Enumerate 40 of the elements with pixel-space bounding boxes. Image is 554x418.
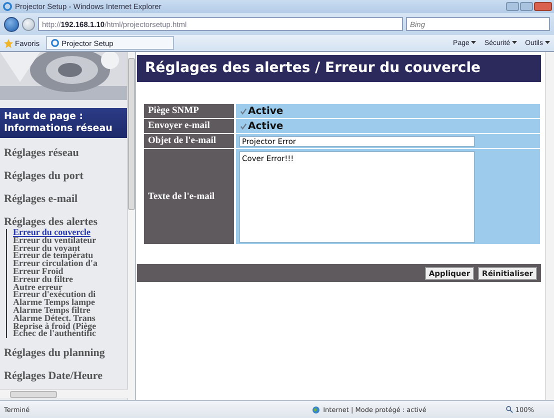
sidebar-subitem[interactable]: Erreur d'exécution di: [7, 291, 127, 300]
sidebar-subitem[interactable]: Erreur de températu: [7, 252, 127, 260]
close-button[interactable]: [534, 2, 552, 11]
sidebar-subitem[interactable]: Erreur du filtre: [7, 276, 127, 284]
scrollbar-thumb[interactable]: [128, 58, 135, 210]
sidebar-item[interactable]: Réglages du planning: [0, 347, 127, 360]
maximize-button[interactable]: [520, 2, 533, 11]
checkmark-icon: [240, 108, 246, 114]
back-button[interactable]: [4, 16, 19, 32]
minimize-button[interactable]: [506, 2, 519, 11]
sidebar-item[interactable]: Réglages réseau: [0, 147, 127, 159]
sidebar-subitem[interactable]: Erreur du voyant: [7, 244, 127, 252]
search-icon: [506, 406, 514, 413]
field-label: Piège SNMP: [144, 104, 234, 118]
field-label: Envoyer e-mail: [144, 119, 234, 133]
sidebar-item[interactable]: Réglages des alertes: [0, 216, 127, 228]
sidebar-item[interactable]: Réglages du port: [0, 170, 127, 182]
sidebar-subitem[interactable]: Alarme Temps lampe: [7, 299, 127, 307]
sidebar-item[interactable]: Réglages e-mail: [0, 193, 127, 205]
sidebar-subitem[interactable]: Erreur circulation d'a: [7, 260, 127, 268]
sidebar-subitem[interactable]: Erreur Froid: [7, 268, 127, 276]
sidebar-subitem[interactable]: Échec de l'authentific: [7, 330, 127, 338]
scrollbar-thumb[interactable]: [10, 391, 57, 398]
field-label: Objet de l'e-mail: [144, 134, 234, 148]
sidebar-subitem[interactable]: Erreur du ventilateur: [7, 236, 127, 245]
page-title: Réglages des alertes / Erreur du couvercle: [137, 55, 541, 82]
sidebar-header[interactable]: Haut de page : Informations réseau: [0, 108, 127, 138]
sidebar-item[interactable]: Réglages Date/Heure: [0, 370, 127, 382]
caret-icon: [545, 41, 550, 44]
caret-icon: [512, 41, 518, 44]
sidebar-subitem[interactable]: Erreur du couvercle: [7, 229, 127, 237]
sidebar-subitem[interactable]: Autre erreur: [7, 284, 127, 292]
field-label: Texte de l'e-mail: [144, 149, 234, 244]
forward-button[interactable]: [22, 18, 35, 30]
caret-icon: [471, 41, 476, 44]
star-icon: [4, 38, 13, 48]
sidebar-subitem[interactable]: Alarme Détect. Trans: [7, 314, 127, 323]
sidebar-subitem[interactable]: Reprise à froid (Piège: [7, 322, 127, 330]
checkmark-icon: [240, 122, 246, 130]
sidebar-subitem[interactable]: Alarme Temps filtre: [7, 306, 127, 315]
